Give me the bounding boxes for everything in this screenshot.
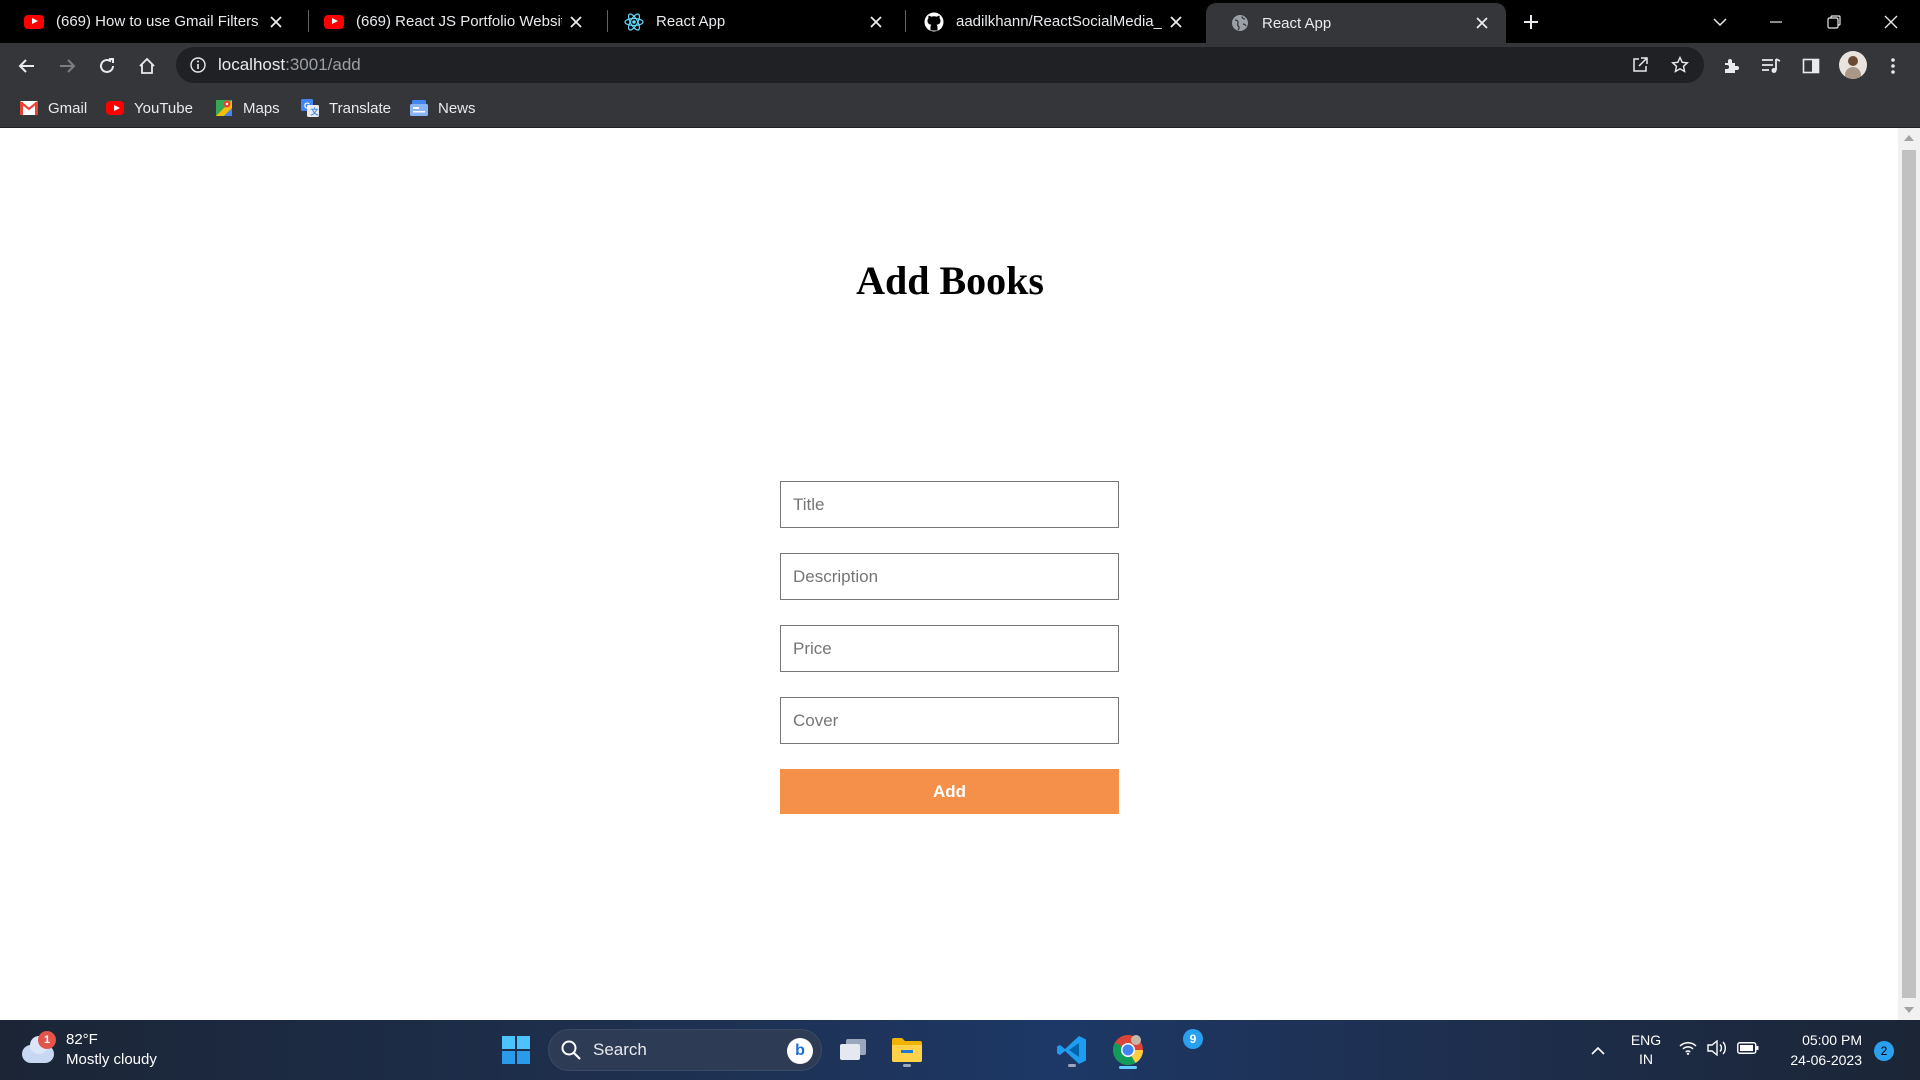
minimize-button[interactable]	[1748, 0, 1804, 43]
description-input[interactable]	[780, 553, 1119, 600]
youtube-icon	[24, 12, 44, 32]
region-code: IN	[1639, 1051, 1653, 1067]
close-tab-icon[interactable]	[1162, 8, 1190, 36]
clock-time: 05:00 PM	[1802, 1032, 1862, 1048]
gmail-icon	[20, 99, 38, 117]
notification-count-badge: 9	[1183, 1029, 1203, 1049]
browser-toolbar: localhost:3001/add	[0, 43, 1920, 88]
close-tab-icon[interactable]	[562, 8, 590, 36]
tab-title: React App	[1262, 14, 1332, 32]
start-button[interactable]	[496, 1030, 536, 1070]
youtube-icon	[324, 12, 344, 32]
language-code: ENG	[1630, 1032, 1662, 1048]
bookmark-gmail[interactable]: Gmail	[20, 97, 87, 119]
tab-react-app-active[interactable]: React App	[1206, 3, 1506, 43]
cloudy-weather-icon: 1	[20, 1031, 56, 1065]
task-view-icon[interactable]	[833, 1030, 873, 1070]
bookmark-translate[interactable]: G文 Translate	[301, 97, 391, 119]
add-book-button[interactable]: Add	[780, 769, 1119, 814]
bookmark-label: Gmail	[48, 99, 88, 117]
weather-temperature: 82°F	[66, 1031, 98, 1048]
notification-center-badge[interactable]: 2	[1874, 1041, 1894, 1061]
globe-icon	[1230, 13, 1250, 33]
page-title: Add Books	[856, 258, 1044, 303]
page-scrollbar[interactable]	[1898, 128, 1920, 1020]
battery-icon	[1737, 1041, 1759, 1059]
maps-icon	[215, 99, 233, 117]
bookmark-news[interactable]: News	[410, 97, 476, 119]
bookmark-label: YouTube	[134, 99, 193, 117]
weather-badge: 1	[38, 1031, 56, 1049]
svg-text:G: G	[304, 102, 310, 111]
url-text: localhost:3001/add	[218, 55, 361, 75]
tab-gmail-filters-video[interactable]: (669) How to use Gmail Filters lik	[0, 0, 300, 43]
tab-title: (669) How to use Gmail Filters lik	[56, 13, 262, 30]
chrome-icon[interactable]	[1108, 1030, 1148, 1070]
profile-avatar[interactable]	[1839, 51, 1867, 79]
close-tab-icon[interactable]	[262, 8, 290, 36]
media-controls-icon[interactable]	[1754, 49, 1788, 83]
search-icon	[561, 1040, 581, 1065]
svg-text:文: 文	[311, 107, 320, 117]
extensions-icon[interactable]	[1714, 49, 1748, 83]
close-tab-icon[interactable]	[1468, 9, 1496, 37]
show-hidden-icons-chevron-icon[interactable]	[1578, 1030, 1618, 1070]
site-info-icon[interactable]	[188, 55, 208, 75]
side-panel-icon[interactable]	[1794, 49, 1828, 83]
price-input[interactable]	[780, 625, 1119, 672]
bing-icon[interactable]: b	[787, 1038, 813, 1064]
tab-github-repo[interactable]: aadilkhann/ReactSocialMedia_UI	[900, 0, 1200, 43]
tab-title: aadilkhann/ReactSocialMedia_UI	[956, 13, 1162, 30]
taskbar-clock[interactable]: 05:00 PM 24-06-2023	[1770, 1030, 1862, 1070]
url-path: :3001/add	[285, 55, 361, 74]
wifi-icon	[1679, 1041, 1697, 1060]
taskbar-search[interactable]: Search b	[548, 1029, 822, 1071]
scroll-up-arrow-icon[interactable]	[1898, 128, 1920, 148]
address-bar[interactable]: localhost:3001/add	[176, 47, 1704, 83]
bookmark-youtube[interactable]: YouTube	[106, 97, 193, 119]
bookmark-label: Maps	[243, 99, 280, 117]
bookmark-label: News	[438, 99, 476, 117]
language-indicator[interactable]: ENG IN	[1628, 1031, 1664, 1069]
tab-search-dropdown[interactable]	[1692, 0, 1748, 43]
share-icon[interactable]	[1628, 53, 1652, 77]
system-tray-quick-settings[interactable]	[1672, 1030, 1766, 1070]
vscode-icon[interactable]	[1052, 1030, 1092, 1070]
back-button[interactable]	[10, 49, 44, 83]
home-button[interactable]	[130, 49, 164, 83]
close-tab-icon[interactable]	[862, 8, 890, 36]
news-icon	[410, 99, 428, 117]
forward-button[interactable]	[50, 49, 84, 83]
bookmark-label: Translate	[329, 99, 391, 117]
new-tab-button[interactable]	[1516, 7, 1546, 37]
bookmark-star-icon[interactable]	[1668, 53, 1692, 77]
reload-button[interactable]	[90, 49, 124, 83]
tab-react-app[interactable]: React App	[600, 0, 900, 43]
cover-input[interactable]	[780, 697, 1119, 744]
url-host: localhost	[218, 55, 286, 74]
tab-title: (669) React JS Portfolio Website U	[356, 13, 562, 30]
volume-icon	[1707, 1039, 1727, 1061]
clock-date: 24-06-2023	[1790, 1052, 1862, 1068]
tab-title: React App	[656, 13, 726, 30]
bookmarks-bar: Gmail YouTube Maps G文 Translate News	[0, 88, 1920, 128]
browser-menu-icon[interactable]	[1876, 49, 1910, 83]
tab-react-portfolio-video[interactable]: (669) React JS Portfolio Website U	[300, 0, 600, 43]
windows-taskbar: 1 82°F Mostly cloudy Search b 9 ENG IN 0…	[0, 1020, 1920, 1080]
file-explorer-icon[interactable]	[887, 1030, 927, 1070]
restore-button[interactable]	[1806, 0, 1862, 43]
browser-tab-strip: (669) How to use Gmail Filters lik (669)…	[0, 0, 1920, 43]
github-icon	[924, 12, 944, 32]
close-window-button[interactable]	[1863, 0, 1919, 43]
bookmark-maps[interactable]: Maps	[215, 97, 280, 119]
translate-icon: G文	[301, 99, 319, 117]
title-input[interactable]	[780, 481, 1119, 528]
react-icon	[624, 12, 644, 32]
weather-widget[interactable]: 1 82°F Mostly cloudy	[20, 1028, 157, 1072]
scrollbar-thumb[interactable]	[1902, 150, 1916, 998]
weather-condition: Mostly cloudy	[66, 1051, 157, 1068]
search-label: Search	[593, 1040, 647, 1059]
scroll-down-arrow-icon[interactable]	[1898, 1000, 1920, 1020]
youtube-icon	[106, 99, 124, 117]
